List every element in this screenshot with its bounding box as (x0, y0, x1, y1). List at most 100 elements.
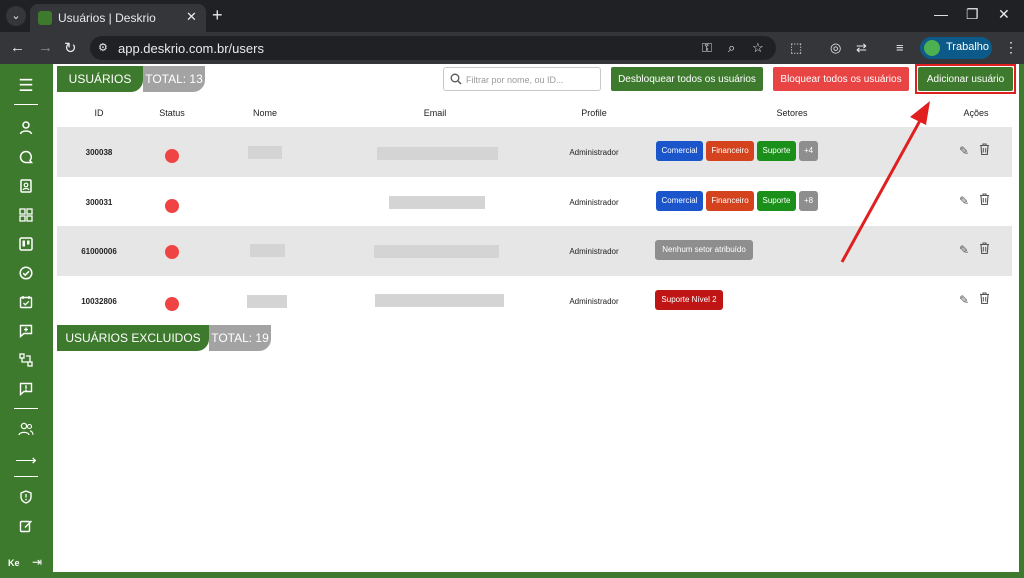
redacted-email (377, 147, 498, 160)
url-text[interactable]: app.deskrio.com.br/users (118, 41, 264, 56)
redacted-email (375, 294, 504, 307)
browser-tab-active[interactable]: Usuários | Deskrio ✕ (30, 4, 206, 32)
unlock-all-users-button[interactable]: Desbloquear todos os usuários (611, 67, 763, 91)
edit-icon[interactable] (14, 519, 38, 539)
extensions-icon[interactable]: ⬚ (790, 40, 802, 56)
column-header-acoes: Ações (963, 108, 989, 118)
more-sectors-badge[interactable]: +8 (799, 191, 818, 211)
excluded-users-total-badge: TOTAL: 19 (209, 325, 271, 351)
reload-icon[interactable]: ↻ (64, 39, 77, 57)
user-profile: Administrador (569, 148, 619, 157)
pencil-icon[interactable]: ✎ (959, 144, 969, 158)
search-input[interactable] (466, 72, 596, 88)
table-row: 10032806 Administrador Suporte Nível 2 ✎ (57, 276, 1012, 326)
status-indicator (165, 149, 179, 163)
more-sectors-badge[interactable]: +4 (799, 141, 818, 161)
address-bar[interactable]: ⚙ app.deskrio.com.br/users ⚿ ⌕ ☆ (90, 36, 776, 60)
close-window-icon[interactable]: ✕ (998, 6, 1010, 23)
sidebar-divider (14, 408, 38, 409)
browser-menu-icon[interactable]: ⋮ (1004, 39, 1018, 56)
sidebar-divider (14, 476, 38, 477)
sector-tag: Financeiro (706, 141, 754, 161)
arrow-right-icon[interactable]: ⟶ (14, 451, 38, 471)
key-icon[interactable]: ⚿ (702, 40, 712, 56)
trash-icon[interactable] (979, 292, 990, 307)
users-section-title: USUÁRIOS (57, 66, 143, 92)
trash-icon[interactable] (979, 143, 990, 158)
column-header-status: Status (159, 108, 185, 118)
dashboard-icon[interactable] (14, 208, 38, 228)
search-icon (450, 70, 462, 88)
sector-tag: Comercial (656, 141, 703, 161)
restore-icon[interactable]: ❐ (966, 6, 979, 23)
user-profile: Administrador (569, 297, 619, 306)
pencil-icon[interactable]: ✎ (959, 243, 969, 257)
profile-avatar-icon (924, 40, 940, 56)
user-id: 10032806 (81, 297, 117, 306)
annotation-arrow (840, 101, 930, 263)
trash-icon[interactable] (979, 193, 990, 208)
calendar-check-icon[interactable] (14, 295, 38, 315)
user-profile: Administrador (569, 247, 619, 256)
redacted-email (389, 196, 485, 209)
trash-icon[interactable] (979, 242, 990, 257)
user-id: 300038 (85, 148, 113, 157)
user-initials: Ke (8, 558, 20, 568)
page-frame-bottom (53, 572, 1019, 578)
flow-icon[interactable] (14, 353, 38, 373)
users-icon[interactable] (14, 422, 38, 442)
redacted-name (250, 244, 285, 257)
pencil-icon[interactable]: ✎ (959, 293, 969, 307)
excluded-users-section-title[interactable]: USUÁRIOS EXCLUIDOS (57, 325, 209, 351)
user-id: 61000006 (81, 247, 117, 256)
minimize-icon[interactable]: — (934, 6, 948, 22)
tab-title: Usuários | Deskrio (58, 11, 156, 25)
column-header-profile: Profile (581, 108, 607, 118)
deskrio-favicon-icon (38, 11, 52, 25)
zoom-icon[interactable]: ⌕ (728, 40, 735, 56)
chevron-down-icon[interactable]: ⌄ (6, 6, 26, 26)
shield-icon[interactable] (14, 490, 38, 510)
block-all-users-button[interactable]: Bloquear todos os usuários (773, 67, 909, 91)
close-icon[interactable]: ✕ (186, 9, 197, 25)
annotation-highlight-box (915, 64, 1016, 94)
profile-chip[interactable]: Trabalho (920, 37, 992, 59)
sidebar-divider (14, 104, 38, 105)
page-frame-right (1019, 64, 1024, 578)
user-id: 300031 (85, 198, 113, 207)
kanban-icon[interactable] (14, 237, 38, 257)
translate-icon[interactable]: ⇄ (856, 40, 867, 56)
status-indicator (165, 297, 179, 311)
browser-tab-bar: ⌄ Usuários | Deskrio ✕ + — ❐ ✕ (0, 0, 1024, 32)
menu-icon[interactable]: ☰ (14, 76, 38, 96)
pencil-icon[interactable]: ✎ (959, 194, 969, 208)
redacted-name (248, 146, 282, 159)
alert-message-icon[interactable] (14, 382, 38, 402)
column-header-nome: Nome (252, 108, 277, 118)
incognito-icon[interactable]: ◎ (830, 40, 841, 56)
users-total-badge: TOTAL: 13 (143, 66, 205, 92)
sector-tag: Suporte Nível 2 (655, 290, 723, 310)
sector-tag: Comercial (656, 191, 703, 211)
new-tab-button[interactable]: + (212, 5, 223, 26)
browser-toolbar: ← → ↻ ⚙ app.deskrio.com.br/users ⚿ ⌕ ☆ ⬚… (0, 32, 1024, 64)
reading-list-icon[interactable]: ≡ (896, 40, 904, 55)
logout-icon[interactable]: ⇥ (32, 555, 42, 569)
back-icon[interactable]: ← (10, 39, 25, 56)
column-header-id: ID (94, 108, 104, 118)
contacts-icon[interactable] (14, 179, 38, 199)
search-field[interactable] (443, 67, 601, 91)
sector-tag: Suporte (757, 191, 796, 211)
redacted-email (374, 245, 499, 258)
user-icon[interactable] (14, 121, 38, 141)
chat-icon[interactable] (14, 150, 38, 170)
site-settings-icon[interactable]: ⚙ (98, 41, 108, 54)
star-icon[interactable]: ☆ (752, 40, 764, 56)
user-profile: Administrador (569, 198, 619, 207)
sector-tag-none: Nenhum setor atribuído (655, 240, 753, 260)
forward-icon[interactable]: → (38, 39, 53, 56)
check-circle-icon[interactable] (14, 266, 38, 286)
sector-tag: Suporte (757, 141, 796, 161)
sector-tag: Financeiro (706, 191, 754, 211)
message-plus-icon[interactable] (14, 324, 38, 344)
